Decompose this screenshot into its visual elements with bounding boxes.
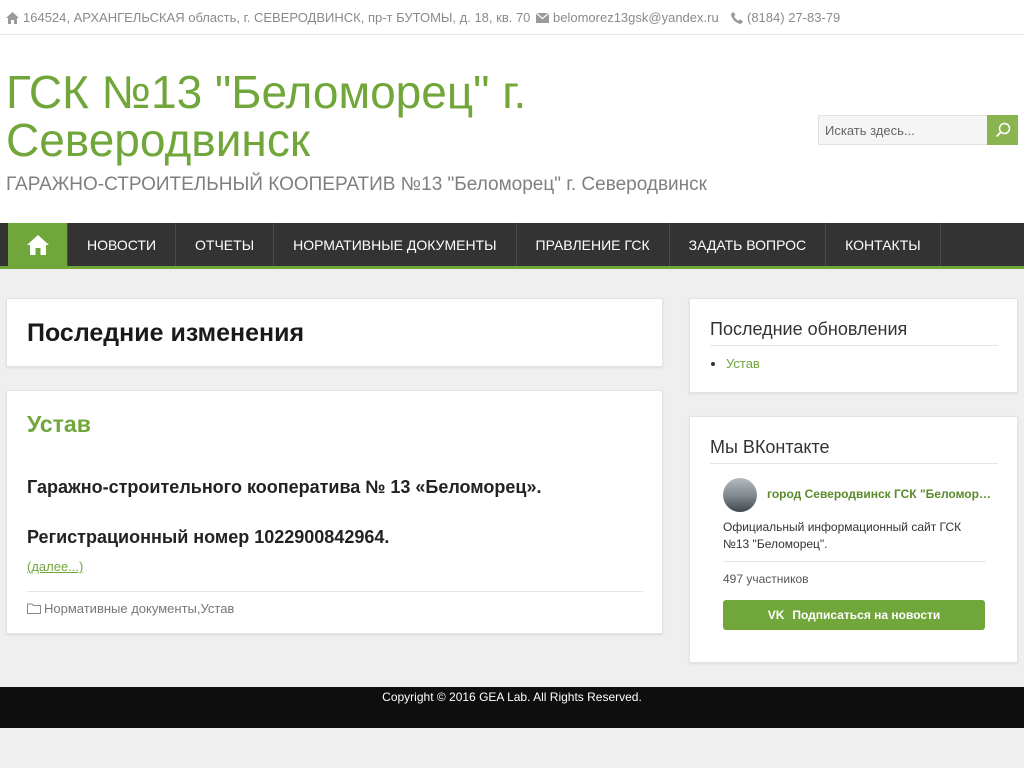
search-icon <box>995 122 1010 138</box>
post-excerpt-line: Гаражно-строительного кооператива № 13 «… <box>27 477 542 497</box>
envelope-icon <box>536 12 549 23</box>
nav-home-button[interactable] <box>8 223 67 266</box>
vk-group-name[interactable]: город Северодвинск ГСК "Беломорец" <box>767 487 992 501</box>
vk-widget: Мы ВКонтакте город Северодвинск ГСК "Бел… <box>689 416 1018 663</box>
vk-logo-icon: VK <box>767 608 785 622</box>
search-input[interactable] <box>818 115 987 145</box>
post-article: Устав Гаражно-строительного кооператива … <box>6 390 663 634</box>
nav-item-documents[interactable]: НОРМАТИВНЫЕ ДОКУМЕНТЫ <box>274 223 517 266</box>
page-heading-box: Последние изменения <box>6 298 663 367</box>
address-text: 164524, АРХАНГЕЛЬСКАЯ область, г. СЕВЕРО… <box>23 10 531 25</box>
nav-item-board[interactable]: ПРАВЛЕНИЕ ГСК <box>517 223 670 266</box>
site-footer: Copyright © 2016 GEA Lab. All Rights Res… <box>0 687 1024 728</box>
nav-item-contacts[interactable]: КОНТАКТЫ <box>826 223 941 266</box>
site-header: ГСК №13 "Беломорец" г. Северодвинск ГАРА… <box>0 35 1024 223</box>
widget-title: Последние обновления <box>710 319 908 339</box>
list-item: Устав <box>726 356 760 371</box>
widget-title: Мы ВКонтакте <box>710 437 830 457</box>
divider <box>723 561 986 562</box>
vk-group-description: Официальный информационный сайт ГСК №13 … <box>723 520 962 551</box>
folder-icon <box>27 603 41 614</box>
category-link[interactable]: Нормативные документы <box>44 601 197 616</box>
phone-info: (8184) 27-83-79 <box>731 10 840 25</box>
nav-menu: НОВОСТИ ОТЧЕТЫ НОРМАТИВНЫЕ ДОКУМЕНТЫ ПРА… <box>67 223 941 266</box>
email-info[interactable]: belomorez13gsk@yandex.ru <box>536 10 719 25</box>
search-button[interactable] <box>987 115 1018 145</box>
site-description: ГАРАЖНО-СТРОИТЕЛЬНЫЙ КООПЕРАТИВ №13 "Бел… <box>6 174 707 195</box>
top-info-bar: 164524, АРХАНГЕЛЬСКАЯ область, г. СЕВЕРО… <box>0 0 1024 35</box>
vk-subscribe-label: Подписаться на новости <box>792 608 941 622</box>
recent-updates-widget: Последние обновления Устав <box>689 298 1018 393</box>
nav-item-reports[interactable]: ОТЧЕТЫ <box>176 223 275 266</box>
main-navigation: НОВОСТИ ОТЧЕТЫ НОРМАТИВНЫЕ ДОКУМЕНТЫ ПРА… <box>0 223 1024 269</box>
nav-item-ask[interactable]: ЗАДАТЬ ВОПРОС <box>670 223 827 266</box>
vk-member-count: 497 участников <box>723 572 809 586</box>
read-more-link[interactable]: (далее...) <box>27 559 83 574</box>
recent-item-link[interactable]: Устав <box>726 356 760 371</box>
copyright-text: Copyright © 2016 GEA Lab. All Rights Res… <box>382 690 642 704</box>
post-title[interactable]: Устав <box>27 411 91 438</box>
phone-text: (8184) 27-83-79 <box>747 10 841 25</box>
post-categories: Нормативные документы, Устав <box>27 601 234 616</box>
address-info: 164524, АРХАНГЕЛЬСКАЯ область, г. СЕВЕРО… <box>6 10 530 25</box>
recent-list: Устав <box>726 356 760 371</box>
nav-item-news[interactable]: НОВОСТИ <box>67 223 177 266</box>
email-text[interactable]: belomorez13gsk@yandex.ru <box>553 10 719 25</box>
vk-subscribe-button[interactable]: VK Подписаться на новости <box>723 600 985 630</box>
home-icon <box>26 234 49 255</box>
post-excerpt-line: Регистрационный номер 1022900842964. <box>27 527 390 547</box>
divider <box>710 463 998 464</box>
search-form <box>818 115 1018 145</box>
site-title[interactable]: ГСК №13 "Беломорец" г. Северодвинск <box>6 68 626 164</box>
category-link[interactable]: Устав <box>201 601 235 616</box>
page-title: Последние изменения <box>27 319 305 347</box>
avatar[interactable] <box>723 478 757 512</box>
phone-icon <box>731 11 743 24</box>
divider <box>27 591 643 592</box>
divider <box>710 345 998 346</box>
home-icon <box>6 11 19 24</box>
